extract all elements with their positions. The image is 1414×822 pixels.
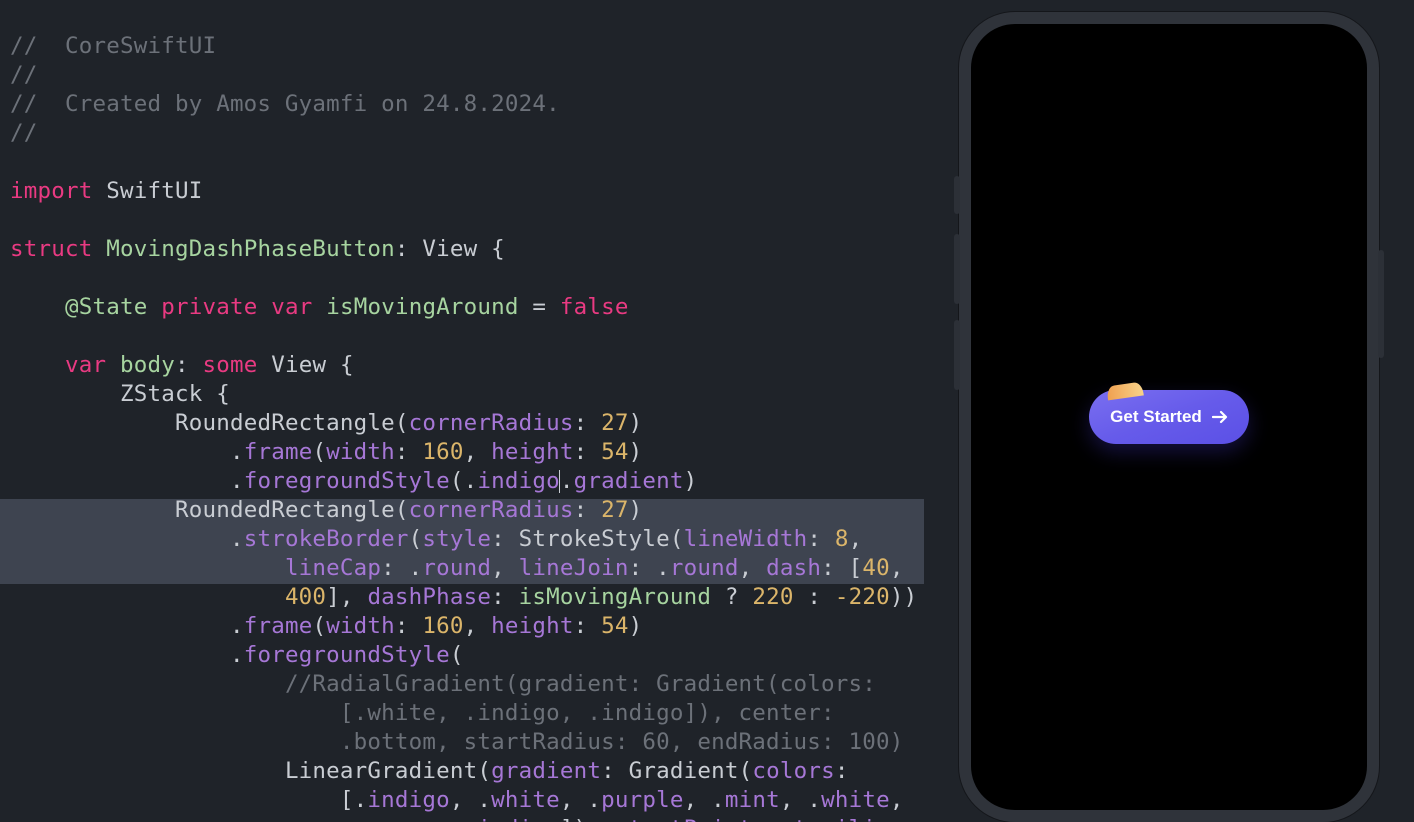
get-started-button[interactable]: Get Started [1089,390,1249,444]
struct-name: MovingDashPhaseButton [106,236,395,262]
modifier-frame: frame [244,439,313,465]
arrow-right-icon [1212,410,1228,424]
comment-line: // [10,120,38,146]
linear-gradient: LinearGradient [285,758,477,784]
device-side-button [954,234,960,304]
comment-line: //RadialGradient(gradient: Gradient(colo… [285,671,876,697]
var-name: isMovingAround [326,294,518,320]
zstack: ZStack [120,381,202,407]
workspace: // CoreSwiftUI // // Created by Amos Gya… [0,0,1414,822]
moving-dash-segment [1106,382,1144,401]
modifier-stroke-border: strokeBorder [244,526,409,552]
keyword-var: var [271,294,312,320]
keyword-false: false [560,294,629,320]
comment-line: // CoreSwiftUI [10,33,216,59]
keyword-var: var [65,352,106,378]
attr-state: @State [65,294,147,320]
type-view: View [271,352,326,378]
comment-line: // [10,62,38,88]
keyword-some: some [203,352,258,378]
keyword-struct: struct [10,236,92,262]
code-editor[interactable]: // CoreSwiftUI // // Created by Amos Gya… [0,0,924,822]
modifier-foreground: foregroundStyle [244,468,450,494]
param-corner-radius: cornerRadius [409,410,574,436]
code-content: // CoreSwiftUI // // Created by Amos Gya… [0,0,924,822]
var-body: body [120,352,175,378]
device-side-button [1378,250,1384,358]
preview-pane: Get Started [924,0,1414,822]
comment-line: // Created by Amos Gyamfi on 24.8.2024. [10,91,560,117]
comment-line: [.white, .indigo, .indigo]), center: [340,700,835,726]
device-side-button [954,320,960,390]
keyword-import: import [10,178,92,204]
keyword-private: private [161,294,257,320]
modifier-foreground: foregroundStyle [244,642,450,668]
protocol-name: View [422,236,477,262]
comment-line: .bottom, startRadius: 60, endRadius: 100… [340,729,904,755]
simulator-device: Get Started [959,12,1379,822]
get-started-label: Get Started [1110,407,1202,427]
device-side-button [954,176,960,214]
modifier-frame: frame [244,613,313,639]
rounded-rect-2: RoundedRectangle [175,497,395,523]
module-name: SwiftUI [106,178,202,204]
rounded-rect-1: RoundedRectangle [175,410,395,436]
